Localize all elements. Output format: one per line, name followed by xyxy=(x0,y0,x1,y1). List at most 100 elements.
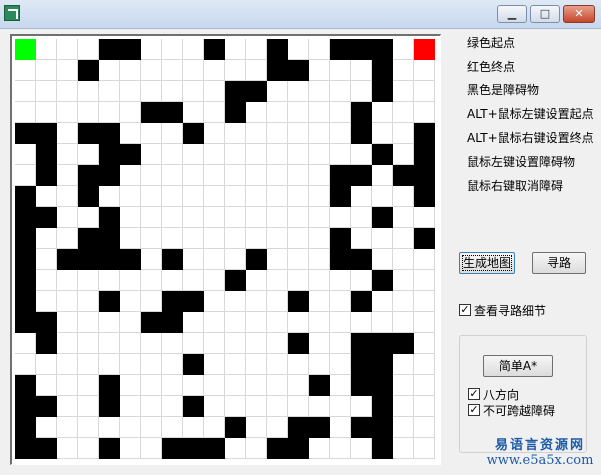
empty-cell[interactable] xyxy=(141,291,162,312)
empty-cell[interactable] xyxy=(162,354,183,375)
empty-cell[interactable] xyxy=(309,102,330,123)
empty-cell[interactable] xyxy=(141,39,162,60)
eight-direction-checkbox[interactable]: ✓ xyxy=(468,388,480,400)
empty-cell[interactable] xyxy=(330,60,351,81)
empty-cell[interactable] xyxy=(309,165,330,186)
empty-cell[interactable] xyxy=(120,165,141,186)
obstacle-cell[interactable] xyxy=(15,375,36,396)
empty-cell[interactable] xyxy=(141,375,162,396)
obstacle-cell[interactable] xyxy=(414,186,435,207)
empty-cell[interactable] xyxy=(351,81,372,102)
empty-cell[interactable] xyxy=(120,123,141,144)
empty-cell[interactable] xyxy=(309,186,330,207)
obstacle-cell[interactable] xyxy=(78,228,99,249)
obstacle-cell[interactable] xyxy=(351,417,372,438)
obstacle-cell[interactable] xyxy=(372,375,393,396)
empty-cell[interactable] xyxy=(204,81,225,102)
empty-cell[interactable] xyxy=(57,81,78,102)
empty-cell[interactable] xyxy=(162,165,183,186)
obstacle-cell[interactable] xyxy=(15,291,36,312)
obstacle-cell[interactable] xyxy=(372,207,393,228)
obstacle-cell[interactable] xyxy=(351,354,372,375)
empty-cell[interactable] xyxy=(57,207,78,228)
empty-cell[interactable] xyxy=(309,354,330,375)
empty-cell[interactable] xyxy=(351,270,372,291)
obstacle-cell[interactable] xyxy=(372,81,393,102)
empty-cell[interactable] xyxy=(414,375,435,396)
obstacle-cell[interactable] xyxy=(246,249,267,270)
obstacle-cell[interactable] xyxy=(99,249,120,270)
obstacle-cell[interactable] xyxy=(330,165,351,186)
empty-cell[interactable] xyxy=(288,207,309,228)
empty-cell[interactable] xyxy=(393,123,414,144)
empty-cell[interactable] xyxy=(309,60,330,81)
obstacle-cell[interactable] xyxy=(78,249,99,270)
empty-cell[interactable] xyxy=(57,123,78,144)
empty-cell[interactable] xyxy=(120,396,141,417)
empty-cell[interactable] xyxy=(36,39,57,60)
obstacle-cell[interactable] xyxy=(36,207,57,228)
empty-cell[interactable] xyxy=(204,186,225,207)
empty-cell[interactable] xyxy=(288,375,309,396)
empty-cell[interactable] xyxy=(246,354,267,375)
obstacle-cell[interactable] xyxy=(288,438,309,459)
empty-cell[interactable] xyxy=(330,375,351,396)
minimize-button[interactable]: ▁ xyxy=(497,5,527,23)
obstacle-cell[interactable] xyxy=(78,123,99,144)
empty-cell[interactable] xyxy=(78,312,99,333)
obstacle-cell[interactable] xyxy=(15,312,36,333)
empty-cell[interactable] xyxy=(288,312,309,333)
empty-cell[interactable] xyxy=(78,207,99,228)
empty-cell[interactable] xyxy=(57,186,78,207)
obstacle-cell[interactable] xyxy=(36,312,57,333)
obstacle-cell[interactable] xyxy=(36,165,57,186)
empty-cell[interactable] xyxy=(267,333,288,354)
empty-cell[interactable] xyxy=(393,207,414,228)
obstacle-cell[interactable] xyxy=(372,354,393,375)
obstacle-cell[interactable] xyxy=(120,249,141,270)
empty-cell[interactable] xyxy=(57,102,78,123)
empty-cell[interactable] xyxy=(99,312,120,333)
empty-cell[interactable] xyxy=(225,165,246,186)
empty-cell[interactable] xyxy=(225,228,246,249)
empty-cell[interactable] xyxy=(330,123,351,144)
obstacle-cell[interactable] xyxy=(372,60,393,81)
obstacle-cell[interactable] xyxy=(309,375,330,396)
empty-cell[interactable] xyxy=(57,39,78,60)
empty-cell[interactable] xyxy=(36,291,57,312)
empty-cell[interactable] xyxy=(15,102,36,123)
empty-cell[interactable] xyxy=(267,102,288,123)
empty-cell[interactable] xyxy=(414,354,435,375)
obstacle-cell[interactable] xyxy=(351,39,372,60)
empty-cell[interactable] xyxy=(162,60,183,81)
empty-cell[interactable] xyxy=(267,207,288,228)
obstacle-cell[interactable] xyxy=(15,228,36,249)
empty-cell[interactable] xyxy=(36,249,57,270)
empty-cell[interactable] xyxy=(225,333,246,354)
empty-cell[interactable] xyxy=(99,60,120,81)
obstacle-cell[interactable] xyxy=(99,228,120,249)
empty-cell[interactable] xyxy=(414,102,435,123)
empty-cell[interactable] xyxy=(246,39,267,60)
empty-cell[interactable] xyxy=(330,396,351,417)
empty-cell[interactable] xyxy=(183,102,204,123)
empty-cell[interactable] xyxy=(162,81,183,102)
empty-cell[interactable] xyxy=(36,354,57,375)
empty-cell[interactable] xyxy=(246,60,267,81)
empty-cell[interactable] xyxy=(15,354,36,375)
empty-cell[interactable] xyxy=(393,417,414,438)
empty-cell[interactable] xyxy=(393,375,414,396)
obstacle-cell[interactable] xyxy=(36,396,57,417)
empty-cell[interactable] xyxy=(78,102,99,123)
empty-cell[interactable] xyxy=(120,375,141,396)
empty-cell[interactable] xyxy=(288,228,309,249)
empty-cell[interactable] xyxy=(414,81,435,102)
empty-cell[interactable] xyxy=(141,207,162,228)
obstacle-cell[interactable] xyxy=(78,186,99,207)
empty-cell[interactable] xyxy=(57,396,78,417)
empty-cell[interactable] xyxy=(288,396,309,417)
obstacle-cell[interactable] xyxy=(204,438,225,459)
empty-cell[interactable] xyxy=(120,207,141,228)
empty-cell[interactable] xyxy=(36,417,57,438)
empty-cell[interactable] xyxy=(246,102,267,123)
